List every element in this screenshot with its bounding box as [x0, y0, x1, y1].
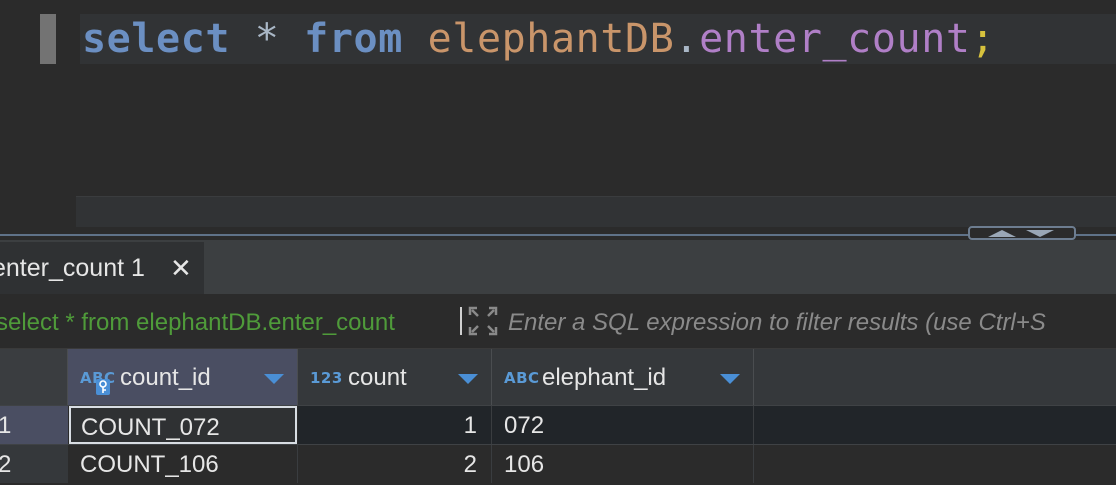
cell-value: 072 [504, 412, 545, 439]
column-header-elephant-id[interactable]: ABC elephant_id [492, 349, 754, 405]
row-number-cell[interactable]: 1 [0, 406, 68, 444]
column-header-count[interactable]: 123 count [298, 349, 492, 405]
table-row-filler [754, 406, 1116, 444]
semicolon: ; [970, 16, 996, 62]
table-cell-count-id[interactable]: COUNT_106 [68, 445, 298, 483]
splitter-toggle-handle[interactable] [968, 226, 1076, 240]
row-number: 1 [0, 412, 12, 439]
table-cell-elephant-id[interactable]: 072 [492, 406, 754, 444]
current-line-marker [40, 14, 56, 64]
table-cell-count[interactable]: 1 [298, 406, 492, 444]
column-sort-dropdown-icon[interactable] [720, 374, 740, 384]
filter-input[interactable]: Enter a SQL expression to filter results… [508, 294, 1046, 352]
primary-key-icon [96, 379, 110, 395]
tab-label: enter_count 1 [0, 254, 145, 282]
sql-editor[interactable]: select * from elephantDB.enter_count; [0, 0, 1116, 228]
column-name-elephant-id: elephant_id [542, 364, 667, 391]
text-cursor [460, 307, 462, 335]
keyword-select: select [82, 16, 231, 62]
column-header-count-id[interactable]: ABC count_id [68, 349, 298, 405]
keyword-from: from [304, 16, 403, 62]
cell-value: 2 [463, 451, 477, 478]
editor-horizontal-scrollbar[interactable] [76, 196, 1116, 227]
dot-separator: . [674, 16, 700, 62]
row-number-header[interactable] [0, 349, 68, 405]
column-sort-dropdown-icon[interactable] [458, 374, 478, 384]
cell-value: 1 [463, 412, 477, 439]
table-cell-count-id[interactable]: COUNT_072 [69, 406, 297, 444]
numeric-icon: 123 [310, 369, 343, 387]
cell-value: COUNT_072 [81, 414, 220, 441]
executed-query-text: select * from elephantDB.enter_count [0, 309, 395, 336]
column-name-count: count [348, 364, 407, 391]
row-number-cell[interactable]: 2 [0, 445, 68, 483]
results-filter-bar: select * from elephantDB.enter_count Ent… [0, 294, 1116, 349]
sql-code-line[interactable]: select * from elephantDB.enter_count; [82, 14, 995, 64]
schema-name: elephantDB [427, 16, 675, 62]
row-number: 2 [0, 451, 12, 478]
cell-value: COUNT_106 [80, 451, 219, 478]
table-cell-elephant-id[interactable]: 106 [492, 445, 754, 483]
expand-filter-icon[interactable] [468, 306, 498, 336]
star-operator: * [254, 16, 280, 62]
column-sort-dropdown-icon[interactable] [264, 374, 284, 384]
table-name: enter_count [699, 16, 971, 62]
column-name-count-id: count_id [120, 364, 211, 391]
tab-enter-count-1[interactable]: enter_count 1 ✕ [0, 242, 204, 294]
close-tab-icon[interactable]: ✕ [170, 242, 192, 294]
maximize-results-arrow-icon[interactable] [1026, 230, 1054, 237]
panel-splitter[interactable] [0, 234, 1116, 236]
cell-value: 106 [504, 451, 545, 478]
maximize-editor-arrow-icon[interactable] [988, 230, 1016, 237]
abc-icon: ABC [504, 369, 540, 387]
results-tab-bar: enter_count 1 ✕ [0, 240, 1116, 294]
table-cell-count[interactable]: 2 [298, 445, 492, 483]
